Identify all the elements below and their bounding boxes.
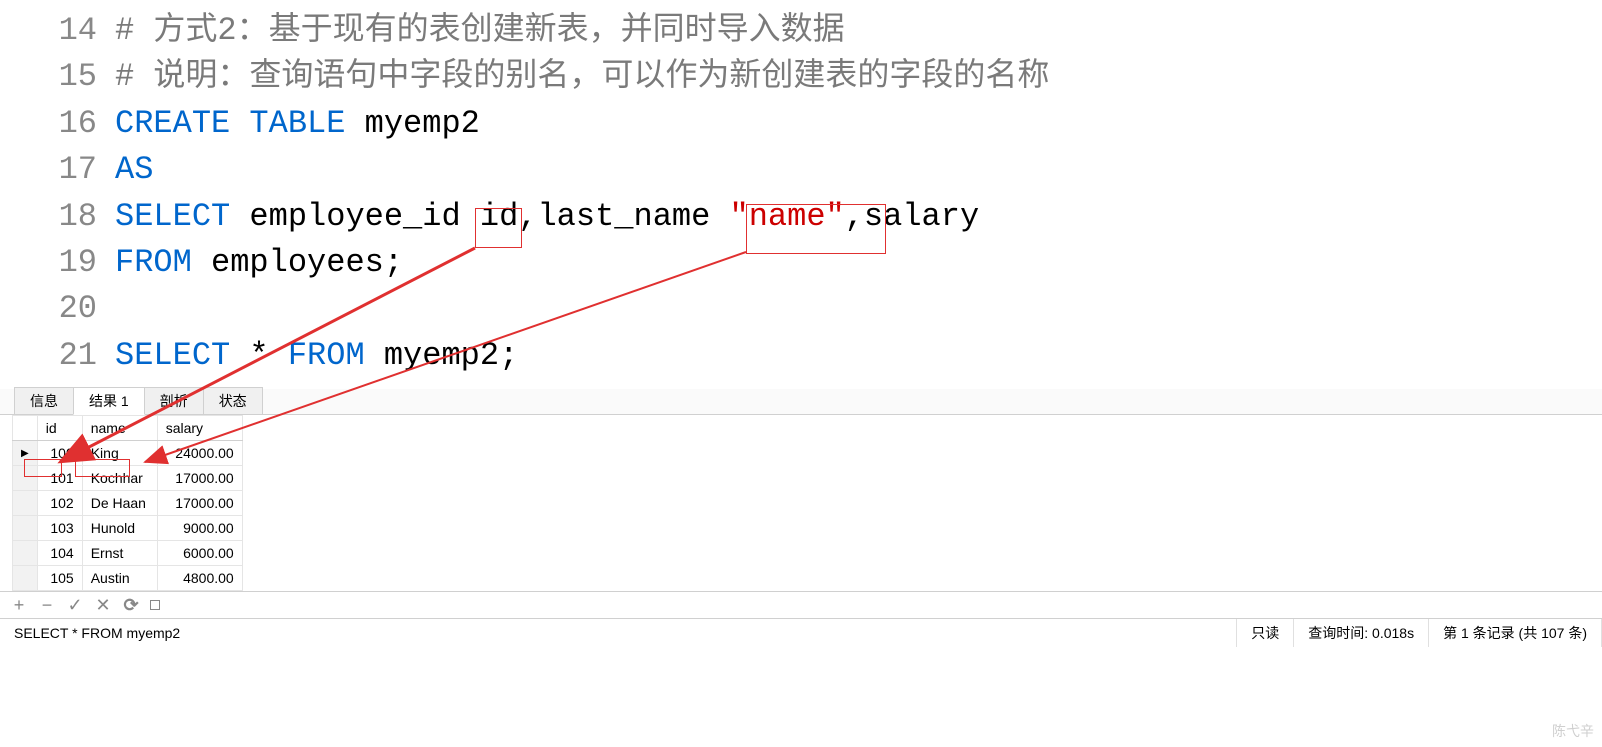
- status-querytime: 查询时间: 0.018s: [1294, 619, 1429, 647]
- line-number: 20: [0, 286, 115, 332]
- cell[interactable]: 17000.00: [157, 466, 242, 491]
- cell[interactable]: 9000.00: [157, 516, 242, 541]
- code-line[interactable]: 18SELECT employee_id id,last_name "name"…: [0, 194, 1602, 240]
- line-number: 19: [0, 240, 115, 286]
- code-content[interactable]: CREATE TABLE myemp2: [115, 101, 1602, 147]
- row-selector[interactable]: [13, 566, 38, 591]
- table-row[interactable]: 105Austin4800.00: [13, 566, 243, 591]
- code-content[interactable]: # 说明：查询语句中字段的别名，可以作为新创建表的字段的名称: [115, 54, 1602, 100]
- cell[interactable]: 100: [37, 441, 82, 466]
- status-record: 第 1 条记录 (共 107 条): [1429, 619, 1602, 647]
- cell[interactable]: Kochhar: [82, 466, 157, 491]
- cell[interactable]: King: [82, 441, 157, 466]
- row-selector[interactable]: [13, 466, 38, 491]
- cell[interactable]: 102: [37, 491, 82, 516]
- cell[interactable]: 24000.00: [157, 441, 242, 466]
- column-header-id[interactable]: id: [37, 416, 82, 441]
- row-selector[interactable]: [13, 491, 38, 516]
- cancel-button[interactable]: ✕: [94, 595, 112, 616]
- cell[interactable]: Ernst: [82, 541, 157, 566]
- result-grid[interactable]: idnamesalary▶100King24000.00101Kochhar17…: [12, 415, 243, 591]
- code-line[interactable]: 21SELECT * FROM myemp2;: [0, 333, 1602, 379]
- stop-icon[interactable]: [150, 600, 160, 610]
- add-row-button[interactable]: +: [10, 595, 28, 616]
- code-content[interactable]: [115, 286, 1602, 332]
- sql-editor[interactable]: 14# 方式2：基于现有的表创建新表，并同时导入数据15# 说明：查询语句中字段…: [0, 0, 1602, 379]
- apply-button[interactable]: ✓: [66, 595, 84, 616]
- code-line[interactable]: 19FROM employees;: [0, 240, 1602, 286]
- tab-结果 1[interactable]: 结果 1: [73, 387, 145, 415]
- table-row[interactable]: 103Hunold9000.00: [13, 516, 243, 541]
- cell[interactable]: 17000.00: [157, 491, 242, 516]
- remove-row-button[interactable]: −: [38, 595, 56, 616]
- grid-toolbar: + − ✓ ✕ ⟳: [0, 591, 1602, 619]
- code-line[interactable]: 15# 说明：查询语句中字段的别名，可以作为新创建表的字段的名称: [0, 54, 1602, 100]
- code-content[interactable]: FROM employees;: [115, 240, 1602, 286]
- line-number: 18: [0, 194, 115, 240]
- line-number: 16: [0, 101, 115, 147]
- refresh-button[interactable]: ⟳: [122, 595, 140, 616]
- column-header-name[interactable]: name: [82, 416, 157, 441]
- cell[interactable]: Austin: [82, 566, 157, 591]
- table-row[interactable]: 101Kochhar17000.00: [13, 466, 243, 491]
- cell[interactable]: De Haan: [82, 491, 157, 516]
- cell[interactable]: 103: [37, 516, 82, 541]
- table-row[interactable]: 104Ernst6000.00: [13, 541, 243, 566]
- line-number: 17: [0, 147, 115, 193]
- code-content[interactable]: # 方式2：基于现有的表创建新表，并同时导入数据: [115, 8, 1602, 54]
- code-content[interactable]: SELECT * FROM myemp2;: [115, 333, 1602, 379]
- row-selector[interactable]: ▶: [13, 441, 38, 466]
- code-content[interactable]: AS: [115, 147, 1602, 193]
- line-number: 14: [0, 8, 115, 54]
- table-row[interactable]: ▶100King24000.00: [13, 441, 243, 466]
- cell[interactable]: 101: [37, 466, 82, 491]
- cell[interactable]: 6000.00: [157, 541, 242, 566]
- code-line[interactable]: 20: [0, 286, 1602, 332]
- column-header-salary[interactable]: salary: [157, 416, 242, 441]
- tab-剖析[interactable]: 剖析: [144, 387, 204, 414]
- cell[interactable]: Hunold: [82, 516, 157, 541]
- code-content[interactable]: SELECT employee_id id,last_name "name",s…: [115, 194, 1602, 240]
- cell[interactable]: 105: [37, 566, 82, 591]
- status-bar: SELECT * FROM myemp2 只读 查询时间: 0.018s 第 1…: [0, 619, 1602, 647]
- code-line[interactable]: 16CREATE TABLE myemp2: [0, 101, 1602, 147]
- status-readonly: 只读: [1237, 619, 1294, 647]
- line-number: 15: [0, 54, 115, 100]
- code-line[interactable]: 14# 方式2：基于现有的表创建新表，并同时导入数据: [0, 8, 1602, 54]
- line-number: 21: [0, 333, 115, 379]
- row-selector[interactable]: [13, 541, 38, 566]
- code-line[interactable]: 17AS: [0, 147, 1602, 193]
- tab-信息[interactable]: 信息: [14, 387, 74, 414]
- status-sql: SELECT * FROM myemp2: [0, 619, 1237, 647]
- table-row[interactable]: 102De Haan17000.00: [13, 491, 243, 516]
- watermark: 陈弋辛: [1552, 721, 1594, 741]
- result-tabs: 信息结果 1剖析状态: [0, 389, 1602, 415]
- row-selector-header: [13, 416, 38, 441]
- cell[interactable]: 104: [37, 541, 82, 566]
- cell[interactable]: 4800.00: [157, 566, 242, 591]
- tab-状态[interactable]: 状态: [203, 387, 263, 414]
- row-selector[interactable]: [13, 516, 38, 541]
